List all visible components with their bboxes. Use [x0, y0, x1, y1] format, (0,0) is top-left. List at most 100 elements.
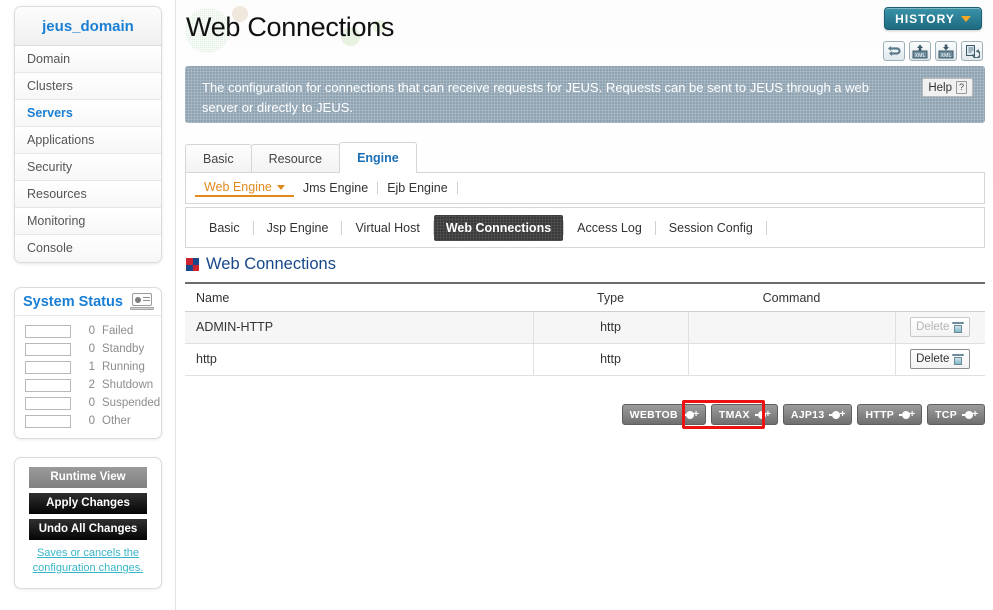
- sidebar-action-panel: Runtime View Apply Changes Undo All Chan…: [14, 457, 162, 589]
- status-count: 0: [88, 325, 95, 337]
- add-connection-icon: +: [682, 409, 699, 421]
- pinwheel-icon: [186, 258, 199, 271]
- web-connections-table: Name Type Command ADMIN-HTTP http Delete…: [185, 286, 985, 376]
- status-count: 0: [88, 415, 95, 427]
- engine-web-label: Web Engine: [204, 179, 272, 194]
- sidebar-item-console[interactable]: Console: [15, 235, 161, 262]
- add-connection-icon: +: [899, 409, 915, 421]
- xml-download-icon[interactable]: XML: [935, 41, 957, 61]
- refresh-icon[interactable]: [883, 41, 905, 61]
- history-label: HISTORY: [895, 11, 955, 26]
- question-mark-icon: ?: [955, 81, 967, 94]
- system-status-panel: System Status 0 Failed 0 Standby 1 Runni…: [14, 287, 162, 439]
- restore-icon[interactable]: [961, 41, 983, 61]
- connector-label: AJP13: [790, 408, 825, 421]
- add-connection-icon: +: [962, 409, 978, 421]
- cell-command: [688, 343, 896, 376]
- column-header-name: Name: [185, 286, 533, 312]
- status-row-other: 0 Other: [15, 412, 161, 430]
- delete-label: Delete: [916, 353, 950, 365]
- column-header-action: [895, 286, 985, 312]
- hint-period: .: [140, 562, 144, 574]
- help-button[interactable]: Help ?: [922, 78, 973, 97]
- status-count: 0: [88, 397, 95, 409]
- add-tcp-connector-button[interactable]: TCP +: [927, 404, 985, 425]
- engine-jms[interactable]: Jms Engine: [294, 181, 377, 195]
- status-label: Other: [102, 415, 131, 427]
- tab-basic[interactable]: Basic: [185, 144, 252, 173]
- table-header-row: Name Type Command: [185, 286, 985, 312]
- trash-icon: [952, 353, 965, 365]
- status-label: Failed: [102, 325, 134, 337]
- tab-engine[interactable]: Engine: [339, 142, 417, 173]
- column-header-type: Type: [533, 286, 688, 312]
- delete-button[interactable]: Delete: [910, 349, 971, 369]
- connector-label: TMAX: [718, 408, 750, 421]
- config-changes-hint-link[interactable]: Saves or cancels the configuration chang…: [29, 546, 147, 576]
- tab-virtual-host[interactable]: Virtual Host: [342, 216, 432, 240]
- sidebar-item-applications[interactable]: Applications: [15, 127, 161, 154]
- status-count: 0: [88, 343, 95, 355]
- connector-label: WEBTOB: [629, 408, 678, 421]
- cell-type: http: [533, 343, 689, 376]
- tab-web-connections[interactable]: Web Connections: [434, 215, 563, 241]
- sidebar: jeus_domain Domain Clusters Servers Appl…: [0, 0, 176, 610]
- tab-resource[interactable]: Resource: [250, 144, 341, 173]
- tab-basic-2[interactable]: Basic: [196, 216, 253, 240]
- trash-icon: [952, 321, 965, 333]
- apply-changes-button[interactable]: Apply Changes: [29, 493, 147, 514]
- xml-upload-icon[interactable]: XML: [909, 41, 931, 61]
- cell-name: http: [185, 343, 534, 376]
- main-content: Web Connections HISTORY XML XML The conf…: [177, 0, 993, 610]
- table-row[interactable]: http http Delete: [185, 343, 985, 376]
- sidebar-item-domain[interactable]: Domain: [15, 46, 161, 73]
- sidebar-item-servers[interactable]: Servers: [15, 100, 161, 127]
- add-ajp13-connector-button[interactable]: AJP13 +: [782, 404, 853, 425]
- add-webtob-connector-button[interactable]: WEBTOB +: [621, 404, 706, 425]
- status-label: Shutdown: [102, 379, 154, 391]
- engine-ejb[interactable]: Ejb Engine: [378, 181, 456, 195]
- tab-session-config[interactable]: Session Config: [656, 216, 766, 240]
- status-bar: [25, 414, 71, 428]
- svg-text:XML: XML: [941, 53, 952, 59]
- sidebar-item-security[interactable]: Security: [15, 154, 161, 181]
- status-row-running: 1 Running: [15, 358, 161, 376]
- system-status-list: 0 Failed 0 Standby 1 Running 2 Shutdown: [15, 316, 161, 438]
- sidebar-item-monitoring[interactable]: Monitoring: [15, 208, 161, 235]
- primary-tab-strip: Basic Resource Engine: [185, 142, 985, 173]
- status-row-failed: 0 Failed: [15, 322, 161, 340]
- secondary-tab-strip: Basic Jsp Engine Virtual Host Web Connec…: [185, 207, 985, 248]
- cell-action: Delete: [895, 311, 985, 344]
- chevron-down-icon: [276, 184, 285, 190]
- history-button[interactable]: HISTORY: [884, 7, 982, 30]
- add-http-connector-button[interactable]: HTTP +: [857, 404, 923, 425]
- system-status-title: System Status: [23, 293, 123, 310]
- info-banner: The configuration for connections that c…: [185, 66, 985, 123]
- tab-access-log[interactable]: Access Log: [564, 216, 655, 240]
- tab-jsp-engine[interactable]: Jsp Engine: [254, 216, 342, 240]
- section-rule: [185, 282, 985, 284]
- add-tmax-connector-button[interactable]: TMAX +: [710, 404, 778, 425]
- sidebar-item-clusters[interactable]: Clusters: [15, 73, 161, 100]
- sidebar-item-resources[interactable]: Resources: [15, 181, 161, 208]
- status-row-suspended: 0 Suspended: [15, 394, 161, 412]
- app-root: jeus_domain Domain Clusters Servers Appl…: [0, 0, 993, 610]
- runtime-view-button[interactable]: Runtime View: [29, 467, 147, 488]
- svg-text:XML: XML: [915, 53, 926, 59]
- table-row[interactable]: ADMIN-HTTP http Delete: [185, 311, 985, 344]
- system-status-header: System Status: [15, 288, 161, 316]
- laptop-icon[interactable]: [129, 293, 154, 310]
- page-title: Web Connections: [186, 12, 395, 42]
- delete-button[interactable]: Delete: [910, 317, 971, 337]
- cell-command: [688, 311, 896, 344]
- delete-label: Delete: [916, 321, 950, 333]
- undo-all-changes-button[interactable]: Undo All Changes: [29, 519, 147, 540]
- status-bar: [25, 324, 71, 338]
- divider: [456, 182, 458, 194]
- hint-text: Saves or cancels the configuration chang…: [32, 547, 141, 574]
- engine-web[interactable]: Web Engine: [195, 180, 294, 197]
- column-header-command: Command: [688, 286, 895, 312]
- status-bar: [25, 342, 71, 356]
- help-label: Help: [928, 81, 952, 94]
- status-bar: [25, 360, 71, 374]
